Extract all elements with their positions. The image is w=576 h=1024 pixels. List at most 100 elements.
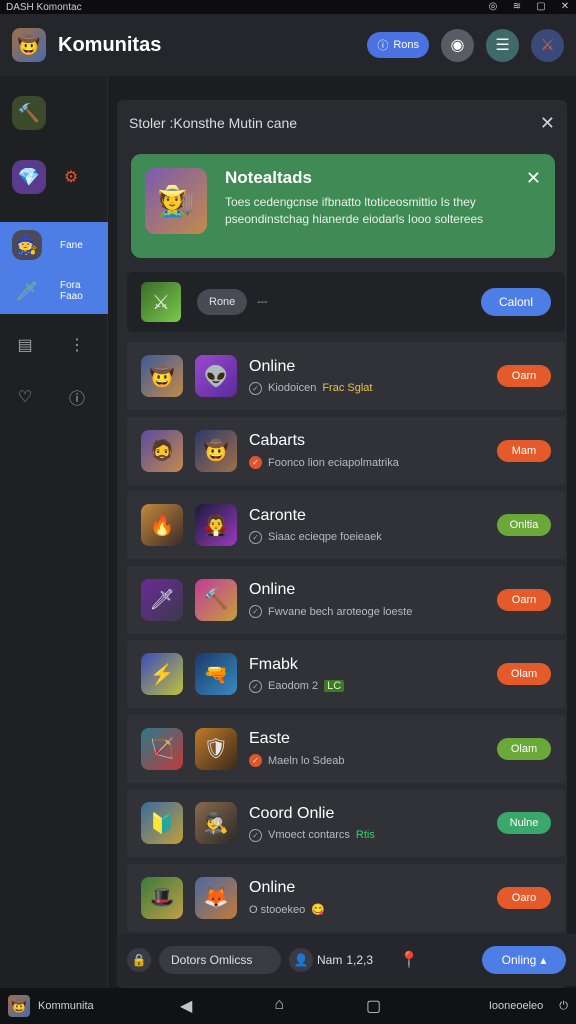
filter-separator: --- [257, 296, 268, 308]
gun-icon: 🔫 [195, 653, 237, 695]
sidebar-item-fane[interactable]: 🧙 Fane [0, 222, 108, 268]
name-label: Nam [317, 953, 343, 967]
nav-app-name: Kommunita [38, 1000, 94, 1012]
list-item[interactable]: 🧔 🤠 Cabarts ✓ Foonco lion eciapolmatrika … [127, 416, 565, 485]
list-icon: ▤ [17, 337, 33, 354]
online-button-label: Onling [501, 953, 537, 967]
row-subtitle: Kiodoicen [268, 382, 317, 394]
status-badge[interactable]: Olam [497, 663, 551, 685]
home-icon[interactable]: ⌂ [274, 996, 284, 1016]
wifi-icon: ≋ [512, 1, 522, 12]
list-item[interactable]: 🤠 👽 Online ✓ Kiodoicen Frac Sglat Oarn [127, 342, 565, 410]
filter-chip[interactable]: Rone [197, 289, 248, 315]
notice-text: Toes cedengcnse ifbnatto ltoticeosmittio… [225, 195, 484, 226]
status-badge[interactable]: Mam [497, 439, 551, 462]
nav-status-text: Iooneoeleo [488, 1000, 544, 1012]
online-button[interactable]: Onling ▴ [482, 946, 566, 974]
search-input[interactable]: Dotors Omlicss [159, 946, 281, 974]
app-logo: 🤠 [8, 995, 30, 1017]
chevron-icon: ▴ [540, 953, 547, 967]
row-highlight: Rtis [355, 829, 375, 841]
avatar[interactable]: 🤠 [12, 28, 46, 62]
close-icon[interactable]: ✕ [540, 113, 555, 134]
emoji-icon: 😋 [311, 904, 325, 916]
close-icon[interactable]: ✕ [526, 168, 541, 189]
sidebar-item-power[interactable]: 💎 ⚙ [0, 160, 108, 194]
window-icon[interactable]: ▢ [536, 2, 546, 12]
sidebar-item-list[interactable]: ▤ ⋮ [0, 334, 108, 356]
close-icon[interactable]: ✕ [560, 2, 570, 12]
status-badge[interactable]: Nulne [497, 812, 551, 834]
app-title: Komunitas [58, 33, 162, 56]
lock-icon[interactable]: 🔒 [127, 948, 151, 972]
recents-icon[interactable]: ▢ [366, 996, 381, 1016]
character-icon: 🧔 [141, 429, 183, 472]
filter-row: ⚔ Rone --- Calonl [127, 272, 565, 332]
crossed-swords-icon: ⚔ [540, 37, 555, 54]
row-subtitle: Vmoect contarcs [268, 829, 350, 841]
list-item[interactable]: 🎩 🦊 Online O stooekeo 😋 Oaro [127, 863, 565, 932]
sidebar: 🔨 💎 ⚙ 🧙 Fane 🗡 Fora Faao ▤ ⋮ ♡ ⓘ [0, 76, 108, 988]
member-list: 🤠 👽 Online ✓ Kiodoicen Frac Sglat Oarn 🧔 🤠… [127, 342, 565, 938]
status-badge[interactable]: Onltia [497, 514, 551, 536]
magic-icon: ⚡ [141, 653, 183, 695]
menu-button[interactable]: ☰ [486, 28, 519, 62]
name-field[interactable]: 👤 Nam 1,2,3 [289, 948, 373, 972]
menu-icon: ☰ [495, 37, 510, 54]
more-icon[interactable]: ⋮ [66, 334, 88, 356]
power-icon[interactable]: ⏻ [559, 1000, 568, 1013]
info-icon[interactable]: ⓘ [66, 386, 88, 408]
sword-icon: 🗡 [15, 280, 39, 301]
back-icon[interactable]: ◀ [180, 996, 192, 1016]
camera-icon: ◉ [450, 37, 465, 54]
status-badge[interactable]: Olam [497, 737, 551, 760]
row-title: Online [249, 879, 296, 896]
hammer-icon: 🔨 [12, 96, 46, 130]
weapon-icon: 🏹 [141, 727, 183, 770]
check-icon: ✓ [249, 754, 262, 767]
check-icon: ✓ [249, 679, 262, 693]
notification-card: 🧑‍🌾 Notealtads Toes cedengcnse ifbnatto … [131, 154, 555, 258]
game-button[interactable]: ⚔ [531, 28, 564, 62]
list-item[interactable]: 🗡 🔨 Online ✓ Fwvane bech aroteoge loeste … [127, 565, 565, 634]
row-title: Coord Onlie [249, 804, 335, 822]
character-icon: 🎩 [141, 876, 183, 919]
row-subtitle: Eaodom 2 [268, 680, 319, 692]
crystal-icon: 💎 [12, 160, 46, 194]
character-image: 🧑‍🌾 [145, 168, 207, 234]
weapon-icon: 🔥 [141, 504, 183, 546]
list-item[interactable]: 🏹 🛡 Easte ✓ Maeln lo Sdeab Olam [127, 714, 565, 783]
row-tag: LC [324, 680, 345, 692]
status-badge[interactable]: Oaro [497, 886, 551, 909]
sidebar-item-label: Fane [60, 239, 83, 251]
character-icon: 🤠 [141, 355, 183, 397]
sidebar-item-label: Fora Faao [60, 280, 83, 302]
row-highlight: Frac Sglat [322, 382, 373, 394]
check-icon: ✓ [249, 381, 262, 395]
list-item[interactable]: 🔰 🕵 Coord Onlie ✓ Vmoect contarcs Rtis Nul… [127, 789, 565, 857]
info-icon: ⓘ [377, 40, 389, 52]
sidebar-item-tools[interactable]: 🔨 [0, 96, 108, 130]
row-subtitle: Maeln lo Sdeab [268, 754, 345, 767]
status-badge[interactable]: Oarn [497, 365, 551, 387]
bottom-bar: 🔒 Dotors Omlicss 👤 Nam 1,2,3 📍 Onling ▴ [117, 934, 576, 986]
check-icon: ✓ [249, 828, 262, 842]
cowboy-icon: 🤠 [195, 429, 237, 472]
sidebar-item-fora[interactable]: 🗡 Fora Faao [0, 268, 108, 314]
list-item[interactable]: ⚡ 🔫 Fmabk ✓ Eaodom 2 LC Olam [127, 640, 565, 708]
pin-icon[interactable]: 📍 [399, 950, 419, 970]
row-subtitle: Siaac ecieqpe foeieaek [268, 531, 382, 543]
row-subtitle: O stooekeo [249, 903, 306, 916]
row-title: Easte [249, 730, 290, 747]
warrior-icon: 🛡 [195, 727, 237, 770]
status-badge[interactable]: Oarn [497, 588, 551, 611]
list-item[interactable]: 🔥 🧛 Caronte ✓ Siaac ecieqpe foeieaek Onlt… [127, 491, 565, 559]
row-subtitle: Foonco lion eciapolmatrika [268, 456, 399, 469]
camera-button[interactable]: ◉ [441, 28, 474, 62]
cat-icon: 🦊 [195, 876, 237, 919]
status-pill-button[interactable]: ⓘ Rons [367, 32, 429, 58]
gear-icon[interactable]: ⚙ [60, 166, 82, 188]
sidebar-item-favorites[interactable]: ♡ ⓘ [0, 386, 108, 408]
check-icon: ✓ [249, 605, 262, 618]
cancel-button[interactable]: Calonl [481, 288, 551, 316]
